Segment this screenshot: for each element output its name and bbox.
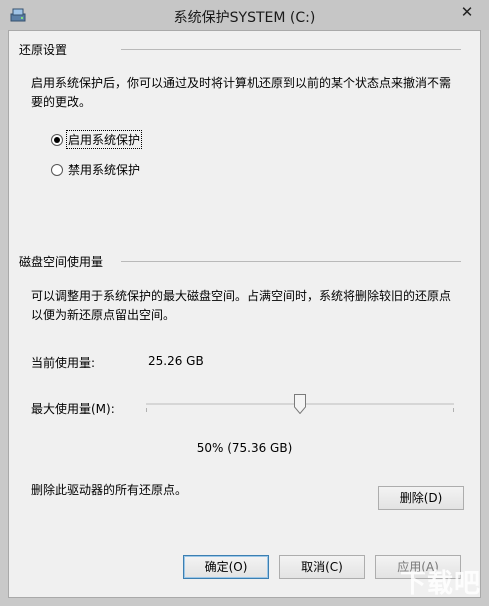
radio-disable-indicator[interactable] <box>51 163 63 176</box>
restore-description-line2: 要的更改。 <box>31 95 92 109</box>
restore-settings-title: 还原设置 <box>19 43 68 57</box>
disk-space-divider <box>121 261 461 262</box>
max-usage-label: 最大使用量(M): <box>31 402 115 416</box>
current-usage-value: 25.26 GB <box>148 354 204 368</box>
restore-settings-description: 启用系统保护后，你可以通过及时将计算机还原到以前的某个状态点来撤消不需 要的更改… <box>31 74 471 112</box>
restore-description-line1: 启用系统保护后，你可以通过及时将计算机还原到以前的某个状态点来撤消不需 <box>31 76 452 90</box>
title-bar: 系统保护SYSTEM (C:) ✕ <box>0 0 489 30</box>
disk-description-line2: 以便为新还原点留出空间。 <box>31 308 176 322</box>
restore-settings-divider <box>121 49 461 50</box>
cancel-button[interactable]: 取消(C) <box>279 555 365 579</box>
system-protection-dialog: 系统保护SYSTEM (C:) ✕ 还原设置 启用系统保护后，你可以通过及时将计… <box>0 0 489 606</box>
ok-button[interactable]: 确定(O) <box>183 555 269 579</box>
current-usage-label: 当前使用量: <box>31 356 96 370</box>
radio-enable-indicator[interactable] <box>51 133 63 146</box>
slider-tick <box>453 408 454 412</box>
close-button[interactable]: ✕ <box>453 1 481 23</box>
radio-enable-label: 启用系统保护 <box>66 130 143 149</box>
radio-disable-protection[interactable]: 禁用系统保护 <box>51 161 142 178</box>
disk-space-title: 磁盘空间使用量 <box>19 255 104 269</box>
max-usage-value: 50% (75.36 GB) <box>196 441 293 455</box>
delete-description: 删除此驱动器的所有还原点。 <box>31 483 188 497</box>
disk-space-description: 可以调整用于系统保护的最大磁盘空间。占满空间时，系统将删除较旧的还原点 以便为新… <box>31 287 471 325</box>
delete-button[interactable]: 删除(D) <box>378 486 464 510</box>
disk-description-line1: 可以调整用于系统保护的最大磁盘空间。占满空间时，系统将删除较旧的还原点 <box>31 289 452 303</box>
slider-tick <box>146 408 147 412</box>
dialog-body: 还原设置 启用系统保护后，你可以通过及时将计算机还原到以前的某个状态点来撤消不需… <box>8 30 481 598</box>
watermark-logo: 下载吧 <box>399 569 481 599</box>
slider-thumb[interactable] <box>294 394 306 414</box>
max-usage-slider[interactable] <box>146 391 454 419</box>
radio-enable-protection[interactable]: 启用系统保护 <box>51 130 143 149</box>
radio-disable-label: 禁用系统保护 <box>68 163 141 177</box>
window-title: 系统保护SYSTEM (C:) <box>173 10 316 26</box>
